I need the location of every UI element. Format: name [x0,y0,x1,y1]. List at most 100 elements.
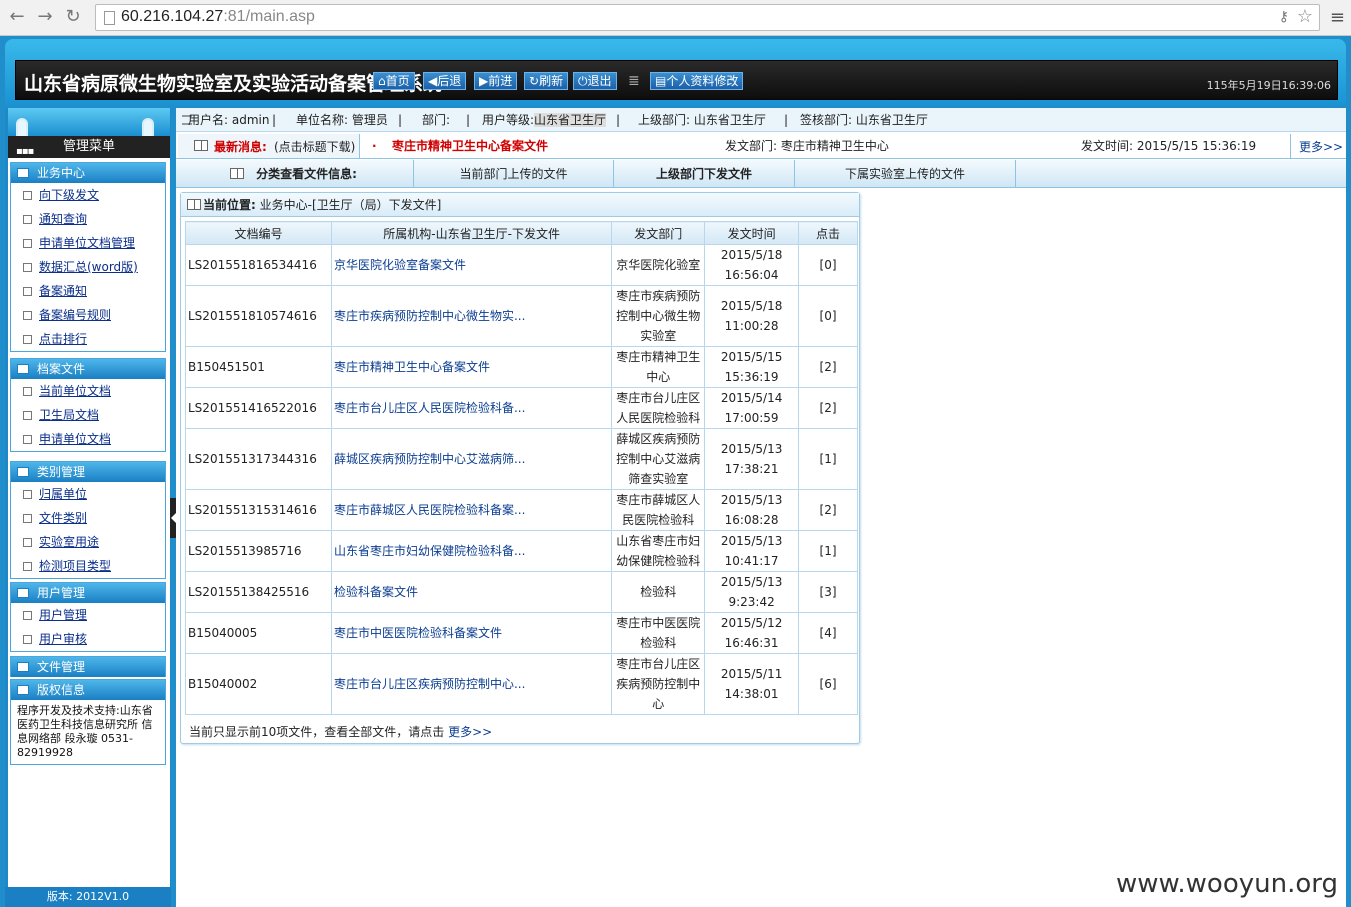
sidebar-item[interactable]: 向下级发文 [11,183,165,207]
folder-icon [17,467,29,477]
parent-dept: 上级部门: 山东省卫生厅 [638,113,766,127]
doc-link[interactable]: 枣庄市薛城区人民医院检验科备案... [330,489,613,531]
sidebar-item[interactable]: 用户审核 [11,627,165,651]
back-icon[interactable]: ← [6,6,28,28]
doc-clicks: [4] [798,612,858,654]
panel-footer: 当前只显示前10项文件，查看全部文件，请点击 更多>> [189,725,493,739]
doc-clicks: [2] [798,387,858,429]
sidebar-item[interactable]: 归属单位 [11,482,165,506]
group-header[interactable]: 文件管理 [11,657,165,677]
item-icon [23,387,32,396]
tabs-title: 分类查看文件信息: [176,160,414,188]
doc-time: 2015/5/11 14:38:01 [704,653,800,715]
doc-link[interactable]: 京华医院化验室备案文件 [330,244,613,286]
doc-link[interactable]: 山东省枣庄市妇幼保健院检验科备... [330,530,613,572]
doc-link[interactable]: 枣庄市中医医院检验科备案文件 [330,612,613,654]
sidebar-item[interactable]: 申请单位文档 [11,427,165,451]
group-header[interactable]: 用户管理 [11,583,165,603]
group-header[interactable]: 版权信息 [11,680,165,700]
forward-button[interactable]: ▶前进 [474,72,518,90]
sidebar-item[interactable]: 当前单位文档 [11,379,165,403]
item-icon [23,311,32,320]
folder-icon [17,662,29,672]
news-header: 最新消息: (点击标题下载) [178,134,360,158]
sidebar-item[interactable]: 卫生局文档 [11,403,165,427]
address-bar[interactable]: 60.216.104.27:81/main.asp ⚷ ☆ [95,4,1320,31]
doc-time: 2015/5/13 17:38:21 [704,428,800,490]
browser-menu-icon[interactable]: ≡ [1330,7,1345,28]
sidebar-item[interactable]: 通知查询 [11,207,165,231]
item-icon [23,287,32,296]
back-button[interactable]: ◀后退 [423,72,467,90]
group-header[interactable]: 档案文件 [11,359,165,379]
bookmark-star-icon[interactable]: ☆ [1297,6,1313,27]
book-icon [187,199,201,210]
doc-clicks: [1] [798,530,858,572]
doc-clicks: [0] [798,244,858,286]
sidebar-item[interactable]: 文件类别 [11,506,165,530]
profile-edit-button[interactable]: ▤个人资料修改 [650,72,744,90]
logout-button[interactable]: ⏻退出 [573,72,617,90]
doc-clicks: [2] [798,489,858,531]
pin-icon [142,118,154,138]
url-text: 60.216.104.27:81/main.asp [121,8,315,25]
doc-clicks: [0] [798,285,858,347]
clock: 115年5月19日16:39:06 [1206,79,1331,92]
group-header[interactable]: 业务中心 [11,163,165,183]
more-link[interactable]: 更多>> [448,725,492,739]
item-icon [23,611,32,620]
doc-link[interactable]: 枣庄市台儿庄区疾病预防控制中心... [330,653,613,715]
group-users: 用户管理 用户管理 用户审核 [10,582,166,652]
tab-current-dept[interactable]: 当前部门上传的文件 [414,160,614,188]
book-icon [194,140,208,151]
sidebar: ▪▪▪ 管理菜单 业务中心 向下级发文 通知查询 申请单位文档管理 数据汇总(wo… [5,108,171,907]
doc-dept: 枣庄市台儿庄区人民医院检验科 [611,387,706,429]
sidebar-item[interactable]: 用户管理 [11,603,165,627]
news-file-link[interactable]: 枣庄市精神卫生中心备案文件 [392,133,548,159]
table-row: LS201551810574616 枣庄市疾病预防控制中心微生物实... 枣庄市疾病… [185,285,858,347]
doc-link[interactable]: 薛城区疾病预防控制中心艾滋病筛... [330,428,613,490]
browser-toolbar: ← → ↻ 60.216.104.27:81/main.asp ⚷ ☆ ≡ [0,0,1351,36]
sidebar-item[interactable]: 备案编号规则 [11,303,165,327]
item-icon [23,538,32,547]
doc-link[interactable]: 检验科备案文件 [330,571,613,613]
news-time: 发文时间: 2015/5/15 15:36:19 [1081,139,1257,153]
news-more-link[interactable]: 更多>> [1290,134,1346,158]
group-archive: 档案文件 当前单位文档 卫生局文档 申请单位文档 [10,358,166,452]
doc-link[interactable]: 枣庄市疾病预防控制中心微生物实... [330,285,613,347]
doc-link[interactable]: 枣庄市台儿庄区人民医院检验科备... [330,387,613,429]
refresh-icon: ↻ [529,74,540,88]
sidebar-item[interactable]: 实验室用途 [11,530,165,554]
sidebar-item[interactable]: 申请单位文档管理 [11,231,165,255]
unit-name: 单位名称: 管理员 [296,113,388,127]
title-bar: 山东省病原微生物实验室及实验活动备案管理系统 ⌂首页 ◀后退 ▶前进 ↻刷新 ⏻… [15,60,1338,100]
document-panel: 当前位置: 业务中心-[卫生厅（局）下发文件] 文档编号 所属机构-山东省卫生厅… [180,192,860,744]
doc-dept: 枣庄市中医医院检验科 [611,612,706,654]
sidebar-item[interactable]: 检测项目类型 [11,554,165,578]
doc-id: LS201551317344316 [185,428,332,490]
sidebar-item[interactable]: 点击排行 [11,327,165,351]
item-icon [23,490,32,499]
table-header: 文档编号 所属机构-山东省卫生厅-下发文件 发文部门 发文时间 点击 [185,221,858,245]
refresh-button[interactable]: ↻刷新 [524,72,569,90]
doc-id: LS2015513985716 [185,530,332,572]
news-dept: 发文部门: 枣庄市精神卫生中心 [725,139,889,153]
sidebar-item[interactable]: 备案通知 [11,279,165,303]
folder-icon [17,168,29,178]
separator-icon: ≣ [628,73,640,89]
doc-id: B150451501 [185,346,332,388]
group-header[interactable]: 类别管理 [11,462,165,482]
tab-sub-labs[interactable]: 下属实验室上传的文件 [795,160,1016,188]
table-row: LS2015513985716 山东省枣庄市妇幼保健院检验科备... 山东省枣庄市妇… [185,530,858,572]
news-bar: 最新消息: (点击标题下载) · 枣庄市精神卫生中心备案文件 发文部门: 枣庄市… [176,133,1346,159]
item-icon [23,411,32,420]
doc-link[interactable]: 枣庄市精神卫生中心备案文件 [330,346,613,388]
user-info-bar: 用户名: admin | 单位名称: 管理员 | 部门: | 用户等级:山东省卫… [176,108,1346,132]
sidebar-item[interactable]: 数据汇总(word版) [11,255,165,279]
home-button[interactable]: ⌂首页 [373,72,415,90]
reload-icon[interactable]: ↻ [62,6,84,28]
key-icon[interactable]: ⚷ [1279,9,1289,25]
tab-parent-dept[interactable]: 上级部门下发文件 [614,160,795,188]
forward-icon[interactable]: → [34,6,56,28]
news-label: 最新消息: [214,140,267,154]
